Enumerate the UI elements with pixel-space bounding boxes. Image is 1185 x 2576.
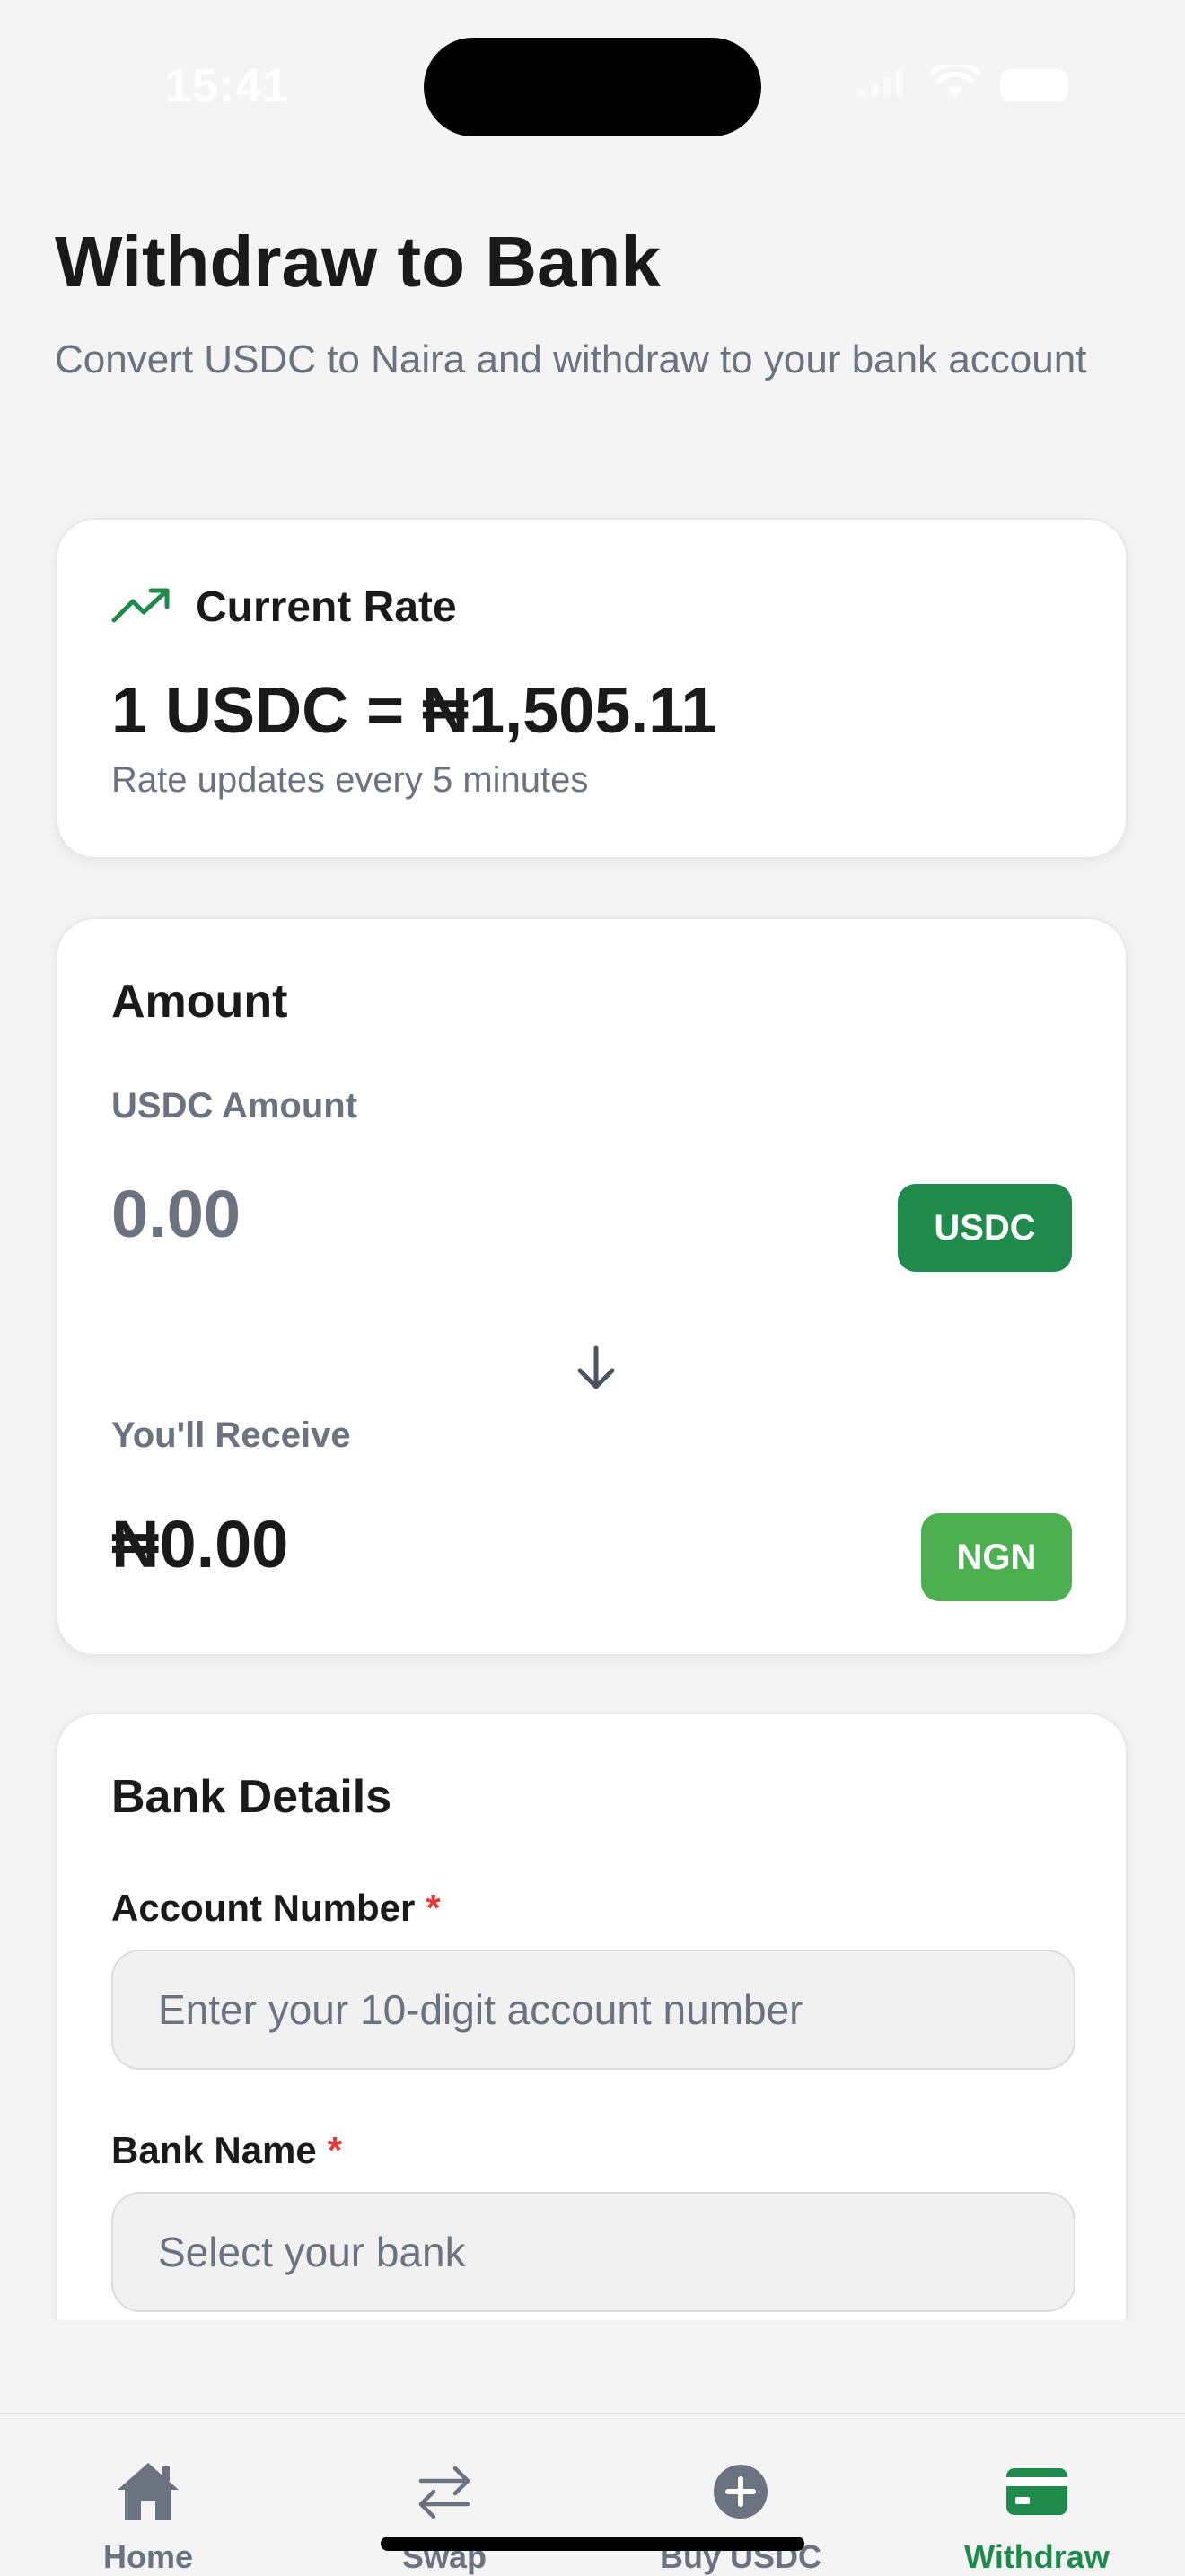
tab-swap[interactable]: Swap — [296, 2414, 592, 2576]
receive-label: You'll Receive — [111, 1415, 351, 1455]
rate-update-note: Rate updates every 5 minutes — [111, 760, 589, 800]
tab-home[interactable]: Home — [0, 2414, 296, 2576]
card-icon — [1001, 2456, 1073, 2528]
bank-details-card: Bank Details Account Number* Bank Name* … — [56, 1713, 1128, 2320]
bank-name-label: Bank Name * — [111, 2129, 342, 2172]
withdraw-screen: Withdraw to Bank Convert USDC to Naira a… — [0, 0, 1185, 2320]
tab-withdraw-label: Withdraw — [964, 2538, 1110, 2575]
account-number-label-text: Account Number — [111, 1887, 416, 1929]
swap-icon — [408, 2456, 480, 2528]
rate-value: 1 USDC = ₦1,505.11 — [111, 675, 717, 747]
tab-home-label: Home — [102, 2538, 194, 2575]
receive-amount: ₦0.00 — [111, 1507, 289, 1582]
amount-title: Amount — [111, 976, 288, 1028]
current-rate-card: Current Rate 1 USDC = ₦1,505.11 Rate upd… — [56, 518, 1128, 859]
usdc-amount-label: USDC Amount — [111, 1086, 358, 1126]
required-marker: * — [327, 2129, 343, 2171]
ngn-currency-badge: NGN — [921, 1513, 1072, 1601]
rate-header: Current Rate — [111, 583, 457, 632]
bank-name-placeholder: Select your bank — [158, 2229, 466, 2275]
usdc-currency-badge: USDC — [898, 1184, 1072, 1272]
trending-up-icon — [111, 586, 172, 628]
page-subtitle: Convert USDC to Naira and withdraw to yo… — [55, 337, 1087, 381]
bank-name-select[interactable]: Select your bank — [111, 2192, 1075, 2312]
rate-label: Current Rate — [196, 583, 457, 631]
bank-name-label-text: Bank Name — [111, 2129, 317, 2171]
bank-details-title: Bank Details — [111, 1771, 392, 1823]
arrow-down-icon — [569, 1341, 623, 1395]
home-indicator — [381, 2537, 804, 2551]
plus-circle-icon — [705, 2456, 777, 2528]
page-title: Withdraw to Bank — [55, 222, 661, 302]
required-marker: * — [426, 1887, 441, 1929]
account-number-input[interactable] — [111, 1950, 1075, 2070]
home-icon — [112, 2456, 184, 2528]
tab-buy-usdc[interactable]: Buy USDC — [592, 2414, 889, 2576]
tab-withdraw[interactable]: Withdraw — [889, 2414, 1185, 2576]
usdc-amount-input[interactable]: 0.00 — [111, 1176, 241, 1252]
account-number-label: Account Number * — [111, 1887, 441, 1930]
amount-card: Amount USDC Amount 0.00 USDC You'll Rece… — [56, 917, 1128, 1656]
